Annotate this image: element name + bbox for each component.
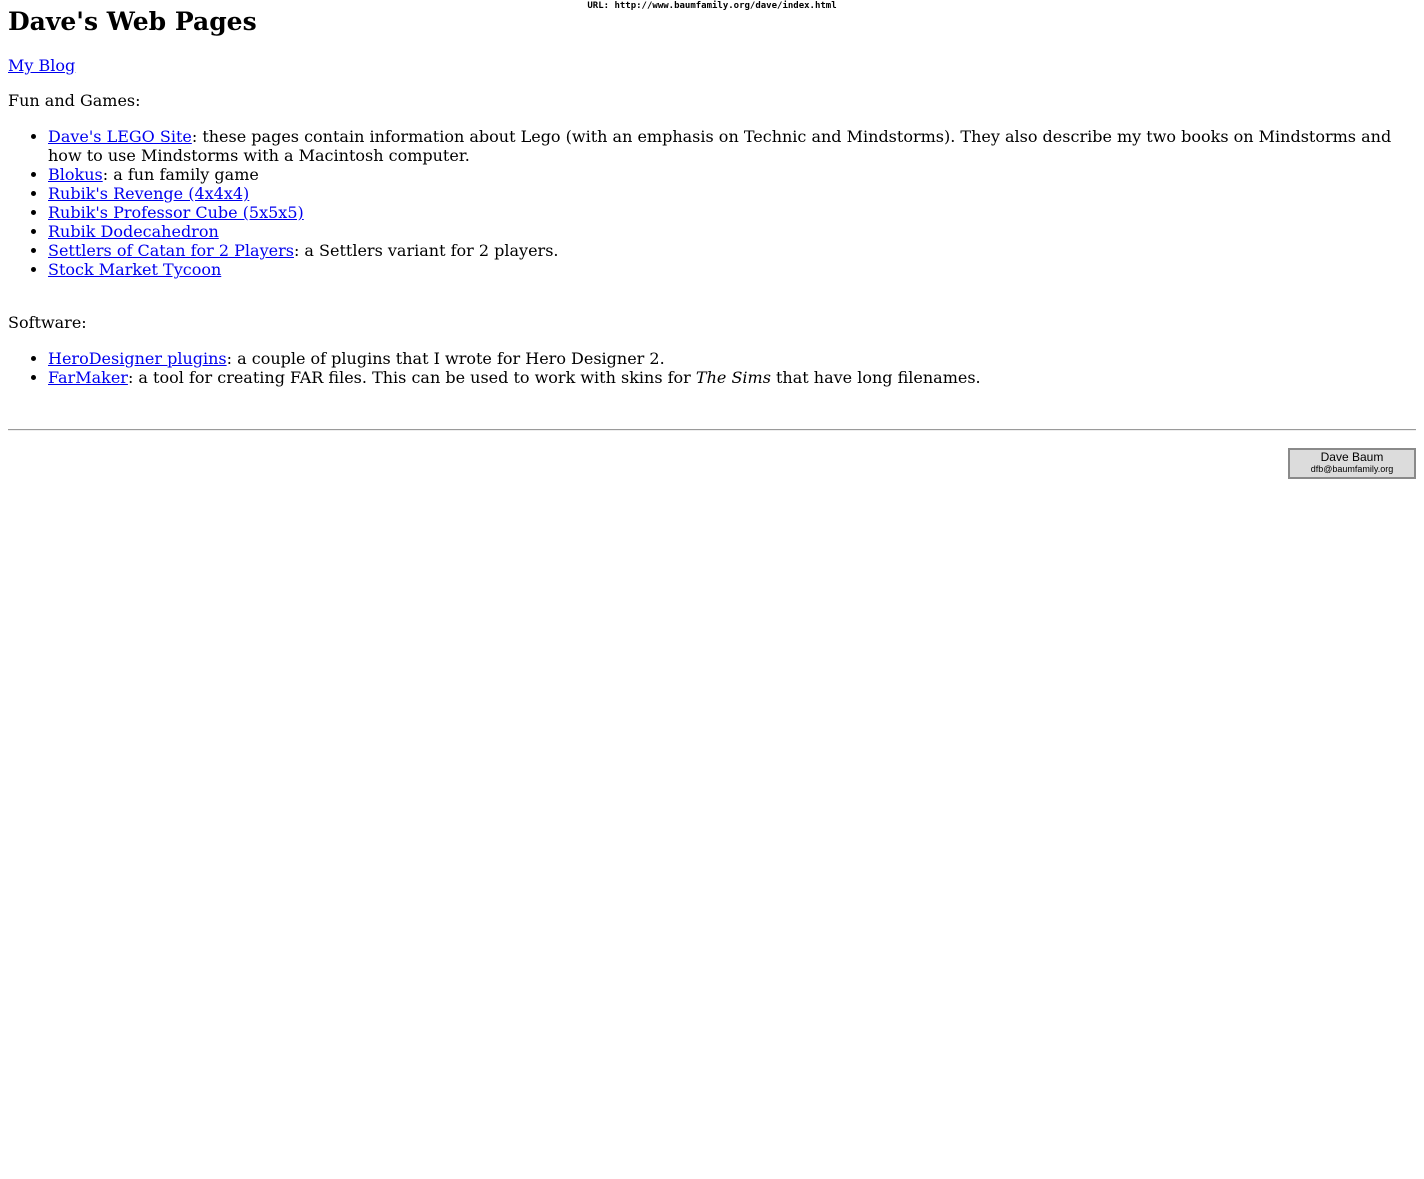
blokus-link[interactable]: Blokus: [48, 165, 103, 184]
lego-site-description: : these pages contain information about …: [48, 127, 1392, 165]
rubiks-professor-cube-link[interactable]: Rubik's Professor Cube (5x5x5): [48, 203, 304, 222]
signature-email: dfb@baumfamily.org: [1310, 464, 1394, 474]
list-item: Rubik Dodecahedron: [48, 222, 1416, 241]
list-item: FarMaker: a tool for creating FAR files.…: [48, 368, 1416, 387]
farmaker-description-start: : a tool for creating FAR files. This ca…: [127, 368, 696, 387]
signature-badge[interactable]: Dave Baum dfb@baumfamily.org: [1288, 448, 1416, 479]
farmaker-link[interactable]: FarMaker: [48, 368, 128, 387]
list-item: Rubik's Revenge (4x4x4): [48, 184, 1416, 203]
list-item: HeroDesigner plugins: a couple of plugin…: [48, 349, 1416, 368]
blog-line: My Blog: [8, 56, 75, 76]
rubik-dodecahedron-link[interactable]: Rubik Dodecahedron: [48, 222, 219, 241]
my-blog-link[interactable]: My Blog: [8, 56, 75, 75]
settlers-description: : a Settlers variant for 2 players.: [293, 241, 559, 260]
stock-market-tycoon-link[interactable]: Stock Market Tycoon: [48, 260, 221, 279]
farmaker-description-end: that have long filenames.: [770, 368, 981, 387]
list-item: Rubik's Professor Cube (5x5x5): [48, 203, 1416, 222]
rubiks-revenge-link[interactable]: Rubik's Revenge (4x4x4): [48, 184, 249, 203]
horizontal-divider: [8, 429, 1416, 431]
software-heading: Software:: [8, 313, 87, 332]
list-item: Blokus: a fun family game: [48, 165, 1416, 184]
fun-and-games-heading: Fun and Games:: [8, 91, 141, 110]
page-title: Dave's Web Pages: [8, 7, 257, 36]
blokus-description: : a fun family game: [102, 165, 259, 184]
lego-site-link[interactable]: Dave's LEGO Site: [48, 127, 192, 146]
list-item: Stock Market Tycoon: [48, 260, 1416, 279]
herodesigner-plugins-link[interactable]: HeroDesigner plugins: [48, 349, 227, 368]
software-list: HeroDesigner plugins: a couple of plugin…: [8, 349, 1416, 387]
list-item: Settlers of Catan for 2 Players: a Settl…: [48, 241, 1416, 260]
the-sims-title: The Sims: [695, 368, 771, 387]
herodesigner-description: : a couple of plugins that I wrote for H…: [226, 349, 665, 368]
fun-and-games-list: Dave's LEGO Site: these pages contain in…: [8, 127, 1416, 279]
signature-name: Dave Baum: [1320, 450, 1384, 464]
settlers-of-catan-link[interactable]: Settlers of Catan for 2 Players: [48, 241, 294, 260]
list-item: Dave's LEGO Site: these pages contain in…: [48, 127, 1416, 165]
